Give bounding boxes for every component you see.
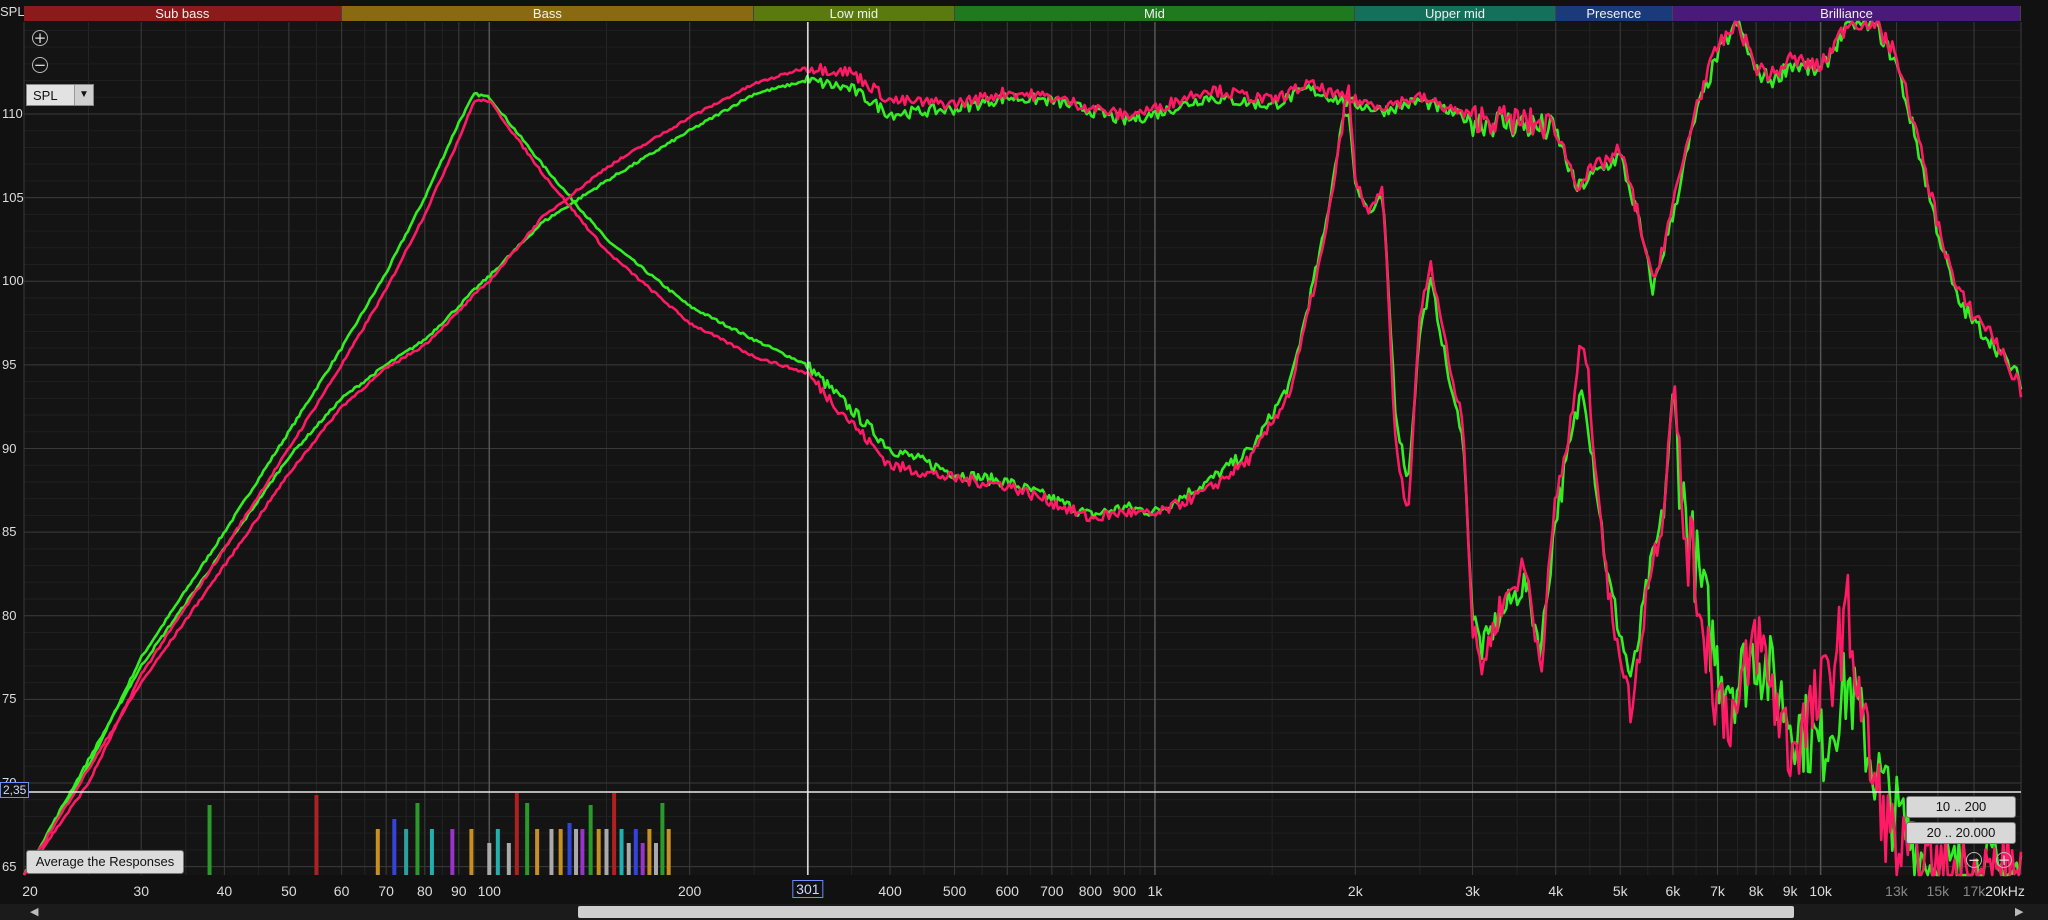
y-tick-label: 75	[2, 691, 17, 707]
peak-marker-bar	[415, 803, 420, 875]
x-tick-label: 17k	[1962, 883, 1986, 899]
peak-marker-bar	[580, 829, 585, 875]
x-tick-label: 400	[878, 883, 902, 899]
peak-marker-bar	[207, 805, 212, 875]
x-tick-label: 200	[677, 883, 702, 899]
peak-marker-bar	[574, 829, 579, 875]
peak-marker-bar	[588, 805, 593, 875]
x-tick-label: 15k	[1926, 883, 1950, 899]
x-tick-label: 700	[1040, 883, 1064, 899]
x-tick-label: 7k	[1710, 883, 1725, 899]
peak-marker-bar	[549, 829, 554, 875]
peak-marker-bar	[558, 829, 563, 875]
peak-marker-bar	[567, 823, 572, 875]
peak-marker-bar	[596, 829, 601, 875]
horizontal-scrollbar[interactable]: ◀ ▶	[0, 904, 2048, 920]
x-tick-label: 80	[416, 883, 433, 899]
x-tick-label: 6k	[1665, 883, 1681, 899]
peak-marker-bar	[375, 829, 380, 875]
x-tick-label: 20	[22, 883, 38, 899]
peak-marker-bar	[450, 829, 455, 875]
y-tick-label: 110	[2, 105, 23, 121]
x-tick-label: 40	[216, 883, 233, 899]
measurement-select[interactable]: SPL ▼	[26, 84, 94, 106]
y-tick-label: 85	[2, 524, 17, 540]
x-tick-label: 10k	[1809, 883, 1832, 899]
peak-marker-bar	[469, 829, 474, 875]
x-tick-label: 8k	[1748, 883, 1764, 899]
y-tick-label: 90	[2, 440, 17, 456]
x-tick-label: 3k	[1465, 883, 1480, 899]
x-tick-label: 50	[281, 883, 297, 899]
x-tick-label: 90	[451, 883, 467, 899]
x-tick-label: 900	[1112, 883, 1137, 899]
range-10-200-button[interactable]: 10 .. 200	[1906, 796, 2016, 818]
peak-marker-bar	[535, 829, 540, 875]
cursor-frequency-readout: 301	[792, 880, 824, 898]
x-tick-label: 5k	[1612, 883, 1628, 899]
scroll-thumb[interactable]	[578, 906, 1794, 918]
peak-marker-bar	[619, 829, 624, 875]
range-20-20000-button[interactable]: 20 .. 20.000	[1906, 822, 2016, 844]
x-tick-label: 30	[133, 883, 149, 899]
x-tick-label: 70	[378, 883, 394, 899]
peak-marker-bar	[404, 829, 409, 875]
peak-marker-bar	[633, 829, 638, 875]
peak-marker-bar	[392, 819, 397, 875]
peak-marker-bar	[495, 829, 500, 875]
peak-marker-bar	[604, 829, 609, 875]
y-tick-label: 100	[2, 273, 24, 289]
scroll-left-icon[interactable]: ◀	[30, 905, 38, 918]
x-tick-label: 2k	[1347, 883, 1363, 899]
zoom-out-icon[interactable]: −	[32, 57, 48, 73]
peak-marker-bar	[514, 793, 519, 875]
y-tick-label: 105	[2, 189, 24, 205]
peak-marker-bar	[626, 843, 631, 875]
y-tick-label: 65	[2, 858, 17, 874]
peak-marker-bar	[612, 793, 617, 875]
peak-marker-bar	[506, 843, 511, 875]
frequency-response-plot[interactable]	[0, 0, 2048, 904]
x-tick-label: 500	[942, 883, 967, 899]
zoom-in-x-icon[interactable]: +	[1996, 852, 2012, 868]
peak-marker-bar	[640, 843, 645, 875]
x-tick-label: 13k	[1885, 883, 1908, 899]
y-tick-label: 80	[2, 607, 17, 623]
x-tick-label: 20kHz	[1985, 883, 2025, 899]
x-tick-label: 9k	[1782, 883, 1798, 899]
cursor-level-readout: 2,35	[0, 782, 30, 798]
peak-marker-bar	[487, 843, 492, 875]
x-tick-label: 4k	[1548, 883, 1564, 899]
x-tick-label: 100	[477, 883, 501, 899]
measurement-select-value: SPL	[33, 88, 58, 103]
peak-marker-bar	[525, 803, 530, 875]
peak-marker-bar	[429, 829, 434, 875]
peak-marker-bar	[660, 803, 665, 875]
zoom-in-icon[interactable]: +	[32, 30, 48, 46]
x-tick-label: 800	[1078, 883, 1103, 899]
average-responses-button[interactable]: Average the Responses	[26, 850, 184, 874]
y-tick-label: 95	[2, 356, 17, 372]
chevron-down-icon[interactable]: ▼	[74, 85, 93, 105]
x-tick-label: 600	[995, 883, 1019, 899]
zoom-out-x-icon[interactable]: −	[1966, 852, 1982, 868]
peak-marker-bar	[653, 843, 658, 875]
x-tick-label: 60	[333, 883, 350, 899]
peak-marker-bar	[647, 829, 652, 875]
x-tick-label: 1k	[1147, 883, 1163, 899]
scroll-right-icon[interactable]: ▶	[2015, 905, 2023, 918]
peak-marker-bar	[666, 829, 671, 875]
peak-marker-bar	[314, 795, 319, 875]
